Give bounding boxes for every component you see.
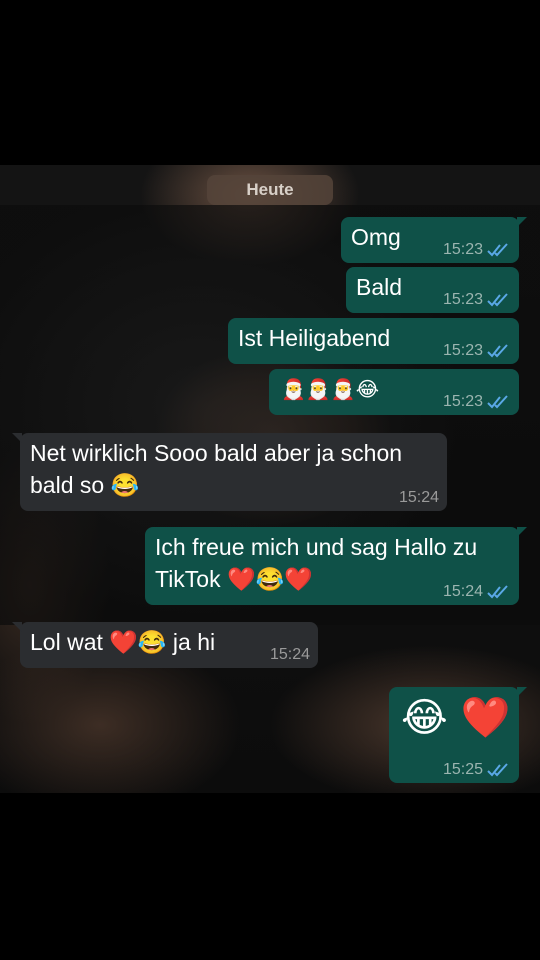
message-meta: 15:23 [443,393,511,411]
message-time: 15:23 [442,241,483,258]
date-chip: Heute [207,175,333,205]
read-ticks-icon [487,763,508,777]
message-text-line: bald so 😂 [30,472,140,498]
message-time: 15:25 [442,761,483,778]
screen: Heute Omg 15:23 Bald 15:23 Ist Heiligabe… [0,0,540,960]
message-meta: 15:24 [443,583,511,601]
read-ticks-icon [487,243,508,257]
read-ticks-icon [487,344,508,358]
message-time: 15:23 [442,342,483,359]
message-time: 15:24 [269,646,310,663]
message-meta: 15:24 [270,646,310,664]
message-outgoing[interactable]: 🎅🎅🎅😂 15:23 [269,369,519,415]
message-text-line: Net wirklich Sooo bald aber ja schon [30,440,403,466]
message-meta: 15:23 [443,342,511,360]
message-time: 15:23 [442,393,483,410]
read-ticks-icon [487,585,508,599]
message-incoming[interactable]: Lol wat ❤️😂 ja hi 15:24 [12,622,318,668]
message-meta: 15:23 [443,291,511,309]
message-outgoing[interactable]: Bald 15:23 [346,267,519,313]
read-ticks-icon [487,293,508,307]
message-outgoing[interactable]: 😂 ❤️ 15:25 [389,687,527,783]
message-outgoing[interactable]: Ist Heiligabend 15:23 [228,318,519,364]
message-time: 15:23 [442,291,483,308]
chat-area[interactable]: Heute Omg 15:23 Bald 15:23 Ist Heiligabe… [0,165,540,793]
message-outgoing[interactable]: Ich freue mich und sag Hallo zu TikTok ❤… [145,527,527,605]
message-meta: 15:25 [443,761,511,779]
message-time: 15:24 [398,489,439,506]
message-text: Lol wat ❤️😂 ja hi [30,629,216,655]
message-text: 😂 ❤️ [401,695,511,741]
message-meta: 15:24 [399,489,439,507]
message-meta: 15:23 [443,241,511,259]
message-time: 15:24 [442,583,483,600]
message-outgoing[interactable]: Omg 15:23 [341,217,527,263]
read-ticks-icon [487,395,508,409]
message-incoming[interactable]: Net wirklich Sooo bald aber ja schon bal… [12,433,447,511]
message-text-line: Ich freue mich und sag Hallo zu [155,534,478,560]
